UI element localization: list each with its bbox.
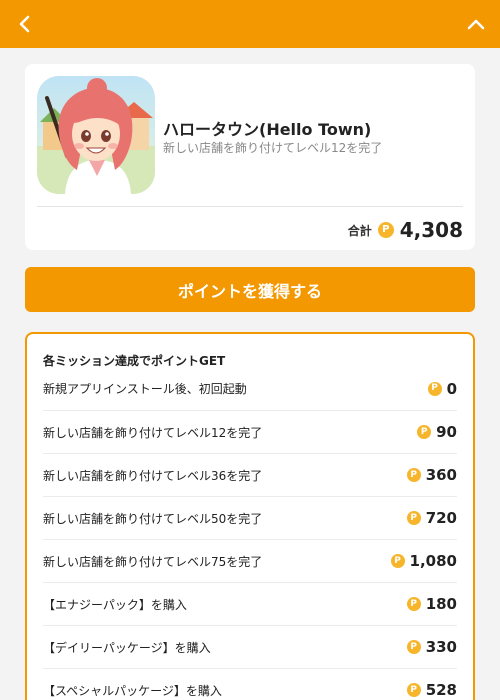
mission-row: 新規アプリインストール後、初回起動 P 0 [43, 367, 457, 411]
mission-point-value: 720 [425, 509, 457, 527]
mission-points: P 720 [406, 509, 457, 527]
mission-text: 【スペシャルパッケージ】を購入 [43, 683, 222, 698]
mission-point-value: 330 [425, 638, 457, 656]
mission-points: P 360 [406, 466, 457, 484]
mission-text: 新しい店舗を飾り付けてレベル75を完了 [43, 554, 263, 569]
mission-text: 新規アプリインストール後、初回起動 [43, 382, 247, 396]
mission-point-value: 0 [446, 379, 457, 398]
point-coin-icon: P [406, 640, 421, 654]
mission-point-value: 180 [425, 595, 457, 613]
mission-points: P 330 [406, 638, 457, 656]
mission-row: 新しい店舗を飾り付けてレベル12を完了 P 90 [43, 411, 457, 454]
app-icon [37, 76, 155, 194]
divider [37, 206, 463, 207]
mission-text: 新しい店舗を飾り付けてレベル12を完了 [43, 425, 263, 440]
point-coin-icon: P [377, 222, 394, 238]
total-value: 4,308 [399, 218, 463, 242]
chevron-up-icon [467, 19, 485, 30]
mission-text: 新しい店舗を飾り付けてレベル50を完了 [43, 511, 263, 526]
mission-row: 【スペシャルパッケージ】を購入 P 528 [43, 669, 457, 700]
mission-row: 新しい店舗を飾り付けてレベル36を完了 P 360 [43, 454, 457, 497]
mission-row: 新しい店舗を飾り付けてレベル50を完了 P 720 [43, 497, 457, 540]
mission-point-value: 360 [425, 466, 457, 484]
point-coin-icon: P [406, 683, 421, 697]
app-card: ハロータウン(Hello Town) 新しい店舗を飾り付けてレベル12を完了 合… [25, 64, 475, 250]
get-points-button[interactable]: ポイントを獲得する [25, 267, 475, 312]
total-label: 合計 [347, 223, 372, 238]
mission-text: 【エナジーパック】を購入 [43, 597, 187, 612]
mission-list-panel: 各ミッション達成でポイントGET 新規アプリインストール後、初回起動 P 0 新… [25, 332, 475, 700]
point-coin-icon: P [417, 425, 432, 439]
mission-point-value: 528 [425, 681, 457, 699]
mission-points: P 0 [427, 379, 457, 398]
mission-text: 新しい店舗を飾り付けてレベル36を完了 [43, 468, 263, 483]
point-coin-icon: P [406, 597, 421, 611]
mission-point-value: 1,080 [409, 552, 457, 570]
mission-points: P 90 [417, 423, 457, 441]
mission-points: P 1,080 [390, 552, 457, 570]
point-coin-icon: P [427, 381, 442, 396]
point-coin-icon: P [390, 554, 405, 568]
mission-points: P 180 [406, 595, 457, 613]
chevron-left-icon [19, 15, 30, 33]
mission-point-value: 90 [436, 423, 457, 441]
mission-row: 【デイリーパッケージ】を購入 P 330 [43, 626, 457, 669]
back-button[interactable] [0, 0, 48, 48]
mission-text: 【デイリーパッケージ】を購入 [43, 640, 211, 655]
app-description: 新しい店舗を飾り付けてレベル12を完了 [163, 141, 383, 155]
mission-list: 新規アプリインストール後、初回起動 P 0 新しい店舗を飾り付けてレベル12を完… [43, 367, 457, 700]
mission-row: 【エナジーパック】を購入 P 180 [43, 583, 457, 626]
total-points: 合計 P 4,308 [348, 216, 463, 244]
app-name: ハロータウン(Hello Town) [163, 120, 372, 139]
mission-row: 新しい店舗を飾り付けてレベル75を完了 P 1,080 [43, 540, 457, 583]
scroll-top-button[interactable] [452, 0, 500, 48]
point-coin-icon: P [406, 468, 421, 482]
point-coin-icon: P [406, 511, 421, 525]
mission-points: P 528 [406, 681, 457, 699]
top-bar [0, 0, 500, 48]
